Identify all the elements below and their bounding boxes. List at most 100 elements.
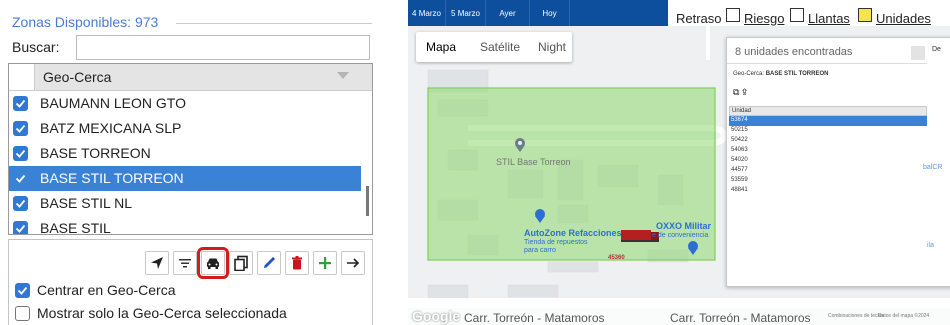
zonas-disponibles-title: Zonas Disponibles: 973	[12, 14, 159, 30]
select-all-checkbox[interactable]	[9, 64, 35, 90]
riesgo-filter[interactable]: Riesgo	[744, 11, 784, 26]
checkbox-checked[interactable]	[13, 196, 28, 211]
overlay-tools: ⧉ ⇪	[733, 87, 747, 98]
centrar-label: Centrar en Geo-Cerca	[37, 282, 176, 298]
keyboard-shortcuts-link[interactable]: Combinaciones de teclas	[828, 313, 884, 319]
list-item-label: BASE STIL TORREON	[40, 170, 184, 186]
map-type-control: Mapa Satélite Night	[416, 32, 572, 62]
navigate-icon	[151, 257, 163, 269]
column-header-unidad[interactable]: Unidad	[729, 106, 927, 116]
geocerca-info-value: BASE STIL TORREON	[765, 71, 829, 77]
geocerca-info-label: Geo-Cerca:	[733, 71, 765, 77]
list-item[interactable]: BASE STIL NL	[9, 191, 361, 216]
search-input[interactable]	[76, 35, 370, 60]
filter-button[interactable]	[173, 251, 197, 275]
date-tabs: 4 Marzo 5 Marzo Ayer Hoy	[408, 0, 668, 26]
table-row[interactable]: 50215	[729, 126, 927, 136]
road-label: Carr. Torreón - Matamoros	[464, 311, 605, 325]
title-divider	[176, 23, 372, 24]
sort-arrow-icon[interactable]	[337, 72, 349, 79]
geocerca-list: Geo-Cerca BAUMANN LEON GTO BATZ MEXICANA…	[8, 63, 373, 235]
edit-button[interactable]	[257, 251, 281, 275]
checkbox-checked[interactable]	[13, 96, 28, 111]
street-number: 45360	[608, 255, 625, 261]
poi-oxxo-sub: e de conveniencia	[652, 232, 709, 239]
table-row[interactable]: 44577	[729, 166, 927, 176]
riesgo-pin-icon[interactable]	[726, 8, 740, 22]
list-item-label: BATZ MEXICANA SLP	[40, 120, 182, 136]
llantas-filter[interactable]: Llantas	[808, 11, 850, 26]
copy-button[interactable]	[229, 251, 253, 275]
side-label: ila	[927, 242, 935, 249]
poi-stil-base[interactable]: STIL Base Torreon	[496, 157, 571, 167]
map-panel: 4 Marzo 5 Marzo Ayer Hoy Retraso Riesgo …	[408, 0, 950, 325]
map-type-mapa[interactable]: Mapa	[426, 40, 456, 54]
options-box: Centrar en Geo-Cerca Mostrar solo la Geo…	[8, 239, 373, 325]
poi-autozone-sub: Tienda de repuestos	[524, 239, 588, 246]
car-icon	[207, 258, 219, 269]
list-item[interactable]: BATZ MEXICANA SLP	[9, 116, 361, 141]
navigate-button[interactable]	[145, 251, 169, 275]
delete-icon	[292, 256, 302, 270]
add-icon	[319, 257, 331, 269]
table-row[interactable]: 50422	[729, 136, 927, 146]
copy-icon	[234, 255, 248, 271]
unidades-filter[interactable]: Unidades	[876, 11, 931, 26]
poi-autozone[interactable]: AutoZone Refacciones	[524, 228, 622, 238]
mostrar-solo-label: Mostrar solo la Geo-Cerca seleccionada	[37, 305, 287, 321]
geocerca-panel: Zonas Disponibles: 973 Buscar: Geo-Cerca…	[0, 0, 378, 325]
list-item-selected[interactable]: BASE STIL TORREON	[9, 166, 361, 191]
alerts-strip: Retraso Riesgo Llantas Unidades	[668, 0, 950, 26]
list-scrollbar[interactable]	[363, 91, 372, 234]
llantas-icon[interactable]	[790, 8, 804, 22]
units-found-count: 8 unidades encontradas	[735, 46, 853, 58]
next-button[interactable]	[341, 251, 365, 275]
side-label: balCR	[923, 164, 943, 171]
list-item-label: BASE STIL	[40, 220, 111, 235]
add-button[interactable]	[313, 251, 337, 275]
list-item[interactable]: BASE TORREON	[9, 141, 361, 166]
checkbox-checked[interactable]	[13, 171, 28, 186]
map-data-attribution: Datos del mapa ©2024	[878, 313, 930, 319]
list-item-label: BASE TORREON	[40, 145, 151, 161]
filter-icon	[179, 259, 191, 268]
table-row[interactable]: 54063	[729, 146, 927, 156]
table-row[interactable]: 48841	[729, 186, 927, 196]
retraso-filter[interactable]: Retraso	[676, 11, 722, 26]
tab-hoy[interactable]: Hoy	[530, 0, 570, 26]
edit-icon	[264, 256, 276, 268]
copy-icon[interactable]: ⧉	[733, 87, 739, 97]
side-label: De	[932, 46, 941, 53]
column-header-geocerca[interactable]: Geo-Cerca	[43, 69, 111, 85]
tab-ayer[interactable]: Ayer	[486, 0, 530, 26]
checkbox-checked[interactable]	[13, 121, 28, 136]
tab-4-marzo[interactable]: 4 Marzo	[408, 0, 446, 26]
checkbox-checked[interactable]	[13, 221, 28, 234]
close-icon[interactable]	[911, 46, 925, 60]
google-logo: Google	[412, 308, 461, 324]
mostrar-solo-checkbox[interactable]	[15, 306, 30, 321]
list-item[interactable]: BAUMANN LEON GTO	[9, 91, 361, 116]
map-type-satelite[interactable]: Satélite	[480, 40, 520, 54]
delete-button[interactable]	[285, 251, 309, 275]
list-header[interactable]: Geo-Cerca	[9, 64, 372, 91]
list-item-label: BASE STIL NL	[40, 195, 133, 211]
poi-oxxo[interactable]: OXXO Militar	[656, 221, 711, 231]
units-found-panel: 8 unidades encontradas Geo-Cerca: BASE S…	[726, 37, 950, 287]
table-row-selected[interactable]: 53674	[729, 116, 927, 126]
map-type-night[interactable]: Night	[538, 40, 566, 54]
table-row[interactable]: 53559	[729, 176, 927, 186]
list-item-label: BAUMANN LEON GTO	[40, 95, 186, 111]
checkbox-checked[interactable]	[13, 146, 28, 161]
scrollbar-thumb[interactable]	[366, 186, 369, 216]
export-icon[interactable]: ⇪	[742, 87, 747, 97]
table-row[interactable]: 54020	[729, 156, 927, 166]
unidades-icon[interactable]	[858, 8, 872, 22]
list-item[interactable]: BASE STIL	[9, 216, 361, 235]
units-in-geocerca-button[interactable]	[197, 247, 229, 279]
tab-5-marzo[interactable]: 5 Marzo	[446, 0, 486, 26]
geocerca-info: Geo-Cerca: BASE STIL TORREON	[733, 71, 828, 77]
buscar-label: Buscar:	[12, 39, 60, 55]
centrar-checkbox[interactable]	[15, 283, 30, 298]
poi-autozone-sub2: para carro	[524, 247, 556, 254]
